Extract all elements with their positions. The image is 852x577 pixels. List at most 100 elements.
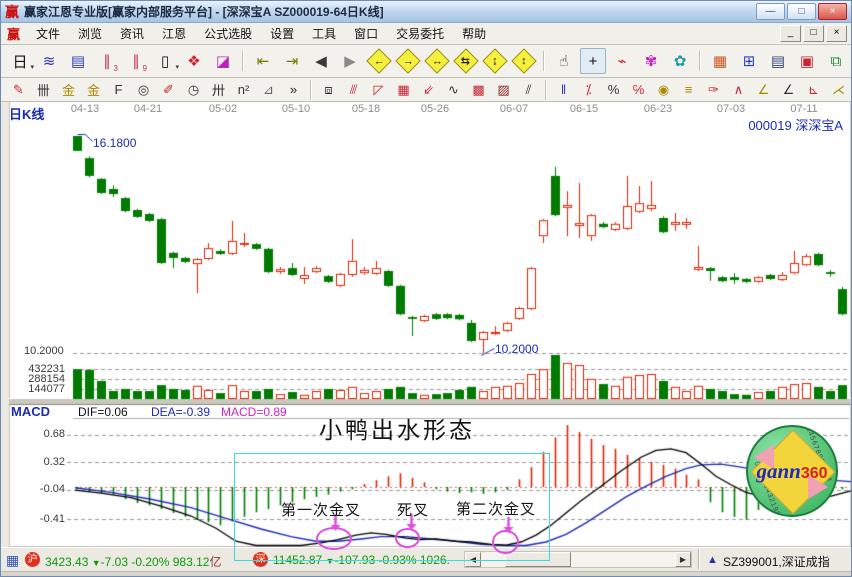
sh-amount-unit: 亿 [209, 555, 221, 569]
angle-pencil-icon[interactable]: ✐ [157, 79, 180, 101]
shift-right-icon[interactable]: → [395, 48, 421, 74]
percent-zigzag-icon[interactable]: ⁒ [577, 79, 600, 101]
crosshair-icon[interactable]: + [580, 48, 606, 74]
export-icon[interactable]: ⧉ [823, 48, 849, 74]
time-cycle-icon[interactable]: ◷ [182, 79, 205, 101]
gann-comb-icon[interactable]: 卌 [32, 79, 55, 101]
fib-grid-icon[interactable]: F [107, 79, 130, 101]
menu-settings[interactable]: 设置 [261, 23, 303, 44]
wave-peak-icon[interactable]: ∧ [727, 79, 750, 101]
period-daily-dropdown[interactable]: 日▾ [7, 48, 33, 74]
draw-pencil-icon[interactable]: ✎ [7, 79, 30, 101]
menu-formula-picker[interactable]: 公式选股 [195, 23, 261, 44]
pattern-title-annotation[interactable]: 小鸭出水形态 [319, 411, 475, 445]
menu-tools[interactable]: 工具 [303, 23, 345, 44]
shanghai-exchange-icon: 沪 [25, 552, 40, 567]
price-low-label: 10.2000 [495, 342, 538, 356]
zigzag-icon[interactable]: ∿ [442, 79, 465, 101]
percent-line-icon[interactable]: ℅ [627, 79, 650, 101]
flag-tool-icon[interactable]: ⊿ [257, 79, 280, 101]
gann360-watermark: 2345678901234 0987654321987 gann360 [746, 425, 838, 517]
death-cross-marker[interactable] [395, 528, 420, 548]
first-golden-cross-marker[interactable] [316, 527, 352, 550]
minimize-button[interactable]: — [756, 3, 785, 20]
zoom-out-horizontal-icon[interactable]: ↔ [424, 48, 450, 74]
macd-indicator-label[interactable]: MACD [11, 404, 50, 419]
ray-lines-icon[interactable]: ⇙ [417, 79, 440, 101]
gold-ray-icon[interactable]: ⋌ [827, 79, 850, 101]
maximize-button[interactable]: □ [787, 3, 816, 20]
intraday-chart-icon[interactable]: ≋ [36, 48, 62, 74]
next-bar-icon[interactable]: ▶ [337, 48, 363, 74]
menu-gann[interactable]: 江恩 [153, 23, 195, 44]
calendar-icon[interactable]: ▦ [707, 48, 733, 74]
stock-picker-icon[interactable]: ❖ [181, 48, 207, 74]
j-angle-icon[interactable]: ∠ [777, 79, 800, 101]
n-square-icon[interactable]: n² [232, 79, 255, 101]
f10-info-icon[interactable]: ▤ [65, 48, 91, 74]
date-tick-label: 05-18 [352, 103, 380, 115]
dark-box-icon[interactable]: ▨ [492, 79, 515, 101]
golden-lines-icon[interactable]: ≡ [677, 79, 700, 101]
grid-box-icon[interactable]: ▦ [392, 79, 415, 101]
pan-hand-icon[interactable]: ☝ [551, 48, 577, 74]
golden-circle-icon[interactable]: ◉ [652, 79, 675, 101]
zoom-in-horizontal-icon[interactable]: ⇆ [453, 48, 479, 74]
current-index-label[interactable]: SZ399001,深证成指 [723, 553, 830, 570]
second-golden-cross-marker[interactable] [492, 530, 519, 554]
gann-flower-icon[interactable]: ✾ [638, 48, 664, 74]
first-bar-icon[interactable]: ⇤ [250, 48, 276, 74]
child-close-button[interactable]: × [826, 25, 847, 42]
more-tools-chevron[interactable]: » [282, 79, 305, 101]
price-scale-icon[interactable]: ‖ [552, 79, 575, 101]
candle-style-dropdown[interactable]: ▯▾ [152, 48, 178, 74]
trendline-tool-icon[interactable]: ⌁ [609, 48, 635, 74]
period-3-icon[interactable]: ∥3 [94, 48, 120, 74]
percent-icon[interactable]: % [602, 79, 625, 101]
comb-lines-icon[interactable]: 卅 [207, 79, 230, 101]
calculator-icon[interactable]: ⊞ [736, 48, 762, 74]
notebook-icon[interactable]: ▤ [765, 48, 791, 74]
menu-window[interactable]: 窗口 [345, 23, 387, 44]
golden-grid2-icon[interactable]: 金 [82, 79, 105, 101]
child-minimize-button[interactable]: _ [780, 25, 801, 42]
shanghai-index-quote[interactable]: 3423.43 ▼-7.03 -0.20% 983.12亿 [45, 553, 221, 570]
sh-index-change: -7.03 [101, 555, 128, 569]
scroll-right-button[interactable]: ▶ [675, 552, 691, 567]
period-9-icon[interactable]: ∥9 [123, 48, 149, 74]
date-tick-label: 04-21 [134, 103, 162, 115]
price-axis-label: 10.2000 [24, 345, 64, 357]
last-bar-icon[interactable]: ⇥ [279, 48, 305, 74]
menu-news[interactable]: 资讯 [111, 23, 153, 44]
hatch-box-icon[interactable]: ▩ [467, 79, 490, 101]
prev-bar-icon[interactable]: ◀ [308, 48, 334, 74]
tick-table-icon[interactable]: ▦ [6, 552, 19, 569]
color-chart-icon[interactable]: ◪ [210, 48, 236, 74]
close-button[interactable]: × [818, 3, 847, 20]
golden-angle-icon[interactable]: ∠ [752, 79, 775, 101]
window-bottom-edge [1, 571, 851, 577]
menu-trade[interactable]: 交易委托 [387, 23, 453, 44]
parallel-lines-icon[interactable]: ⫽ [517, 79, 540, 101]
speed-fan-icon[interactable]: ⫻ [342, 79, 365, 101]
f-angle-icon[interactable]: ⊾ [802, 79, 825, 101]
golden-grid-icon[interactable]: 金 [57, 79, 80, 101]
smart-tool-icon[interactable]: ✿ [667, 48, 693, 74]
compress-vertical-icon[interactable]: ↨ [482, 48, 508, 74]
index-flag-icon: ▲ [707, 554, 718, 566]
price-high-label: 16.1800 [93, 136, 136, 150]
statusbar-divider [698, 550, 700, 569]
shift-left-icon[interactable]: ← [366, 48, 392, 74]
menu-help[interactable]: 帮助 [453, 23, 495, 44]
expand-vertical-icon[interactable]: ↕ [511, 48, 537, 74]
candle-pencil-icon[interactable]: ✑ [702, 79, 725, 101]
fan-box-icon[interactable]: ◸ [367, 79, 390, 101]
spiral-icon[interactable]: ◎ [132, 79, 155, 101]
gann-box-icon[interactable]: ⧈ [317, 79, 340, 101]
menu-browse[interactable]: 浏览 [69, 23, 111, 44]
child-restore-button[interactable]: □ [803, 25, 824, 42]
save-icon[interactable]: ▣ [794, 48, 820, 74]
menu-file[interactable]: 文件 [27, 23, 69, 44]
toolbar-separator [242, 51, 244, 71]
date-tick-label: 05-10 [282, 103, 310, 115]
